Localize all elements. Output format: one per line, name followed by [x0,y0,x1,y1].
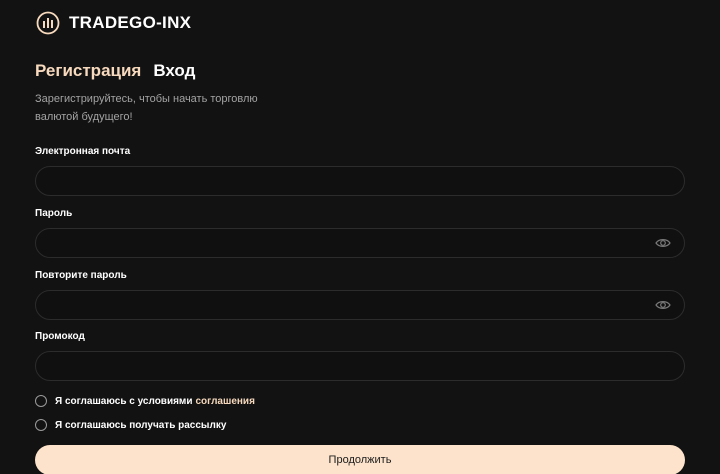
brand-name: TRADEGO-INX [69,13,192,32]
promo-label: Промокод [35,331,85,342]
newsletter-agreement: Я соглашаюсь получать рассылку [35,419,226,431]
password-repeat-field-container [35,290,685,320]
terms-text: Я соглашаюсь с условиями [55,395,193,407]
brand-logo[interactable]: TRADEGO-INX [36,11,191,35]
password-label: Пароль [35,208,73,219]
eye-icon[interactable] [655,299,671,311]
continue-button[interactable]: Продолжить [35,445,685,474]
chart-bars-icon [36,11,60,35]
terms-radio[interactable] [35,395,47,407]
registration-page: TRADEGO-INX Регистрация Вход Зарегистрир… [0,0,720,474]
terms-agreement: Я соглашаюсь с условиями соглашения [35,395,255,407]
newsletter-radio[interactable] [35,419,47,431]
password-repeat-label: Повторите пароль [35,270,127,281]
promo-field[interactable] [50,359,670,373]
promo-field-container [35,351,685,381]
tab-registration[interactable]: Регистрация [35,61,141,81]
password-field-container [35,228,685,258]
email-label: Электронная почта [35,146,131,157]
password-field[interactable] [50,236,655,250]
email-field-container [35,166,685,196]
password-repeat-field[interactable] [50,298,655,312]
terms-link[interactable]: соглашения [195,396,254,407]
eye-icon[interactable] [655,237,671,249]
tab-login[interactable]: Вход [153,61,195,81]
page-subtitle: Зарегистрируйтесь, чтобы начать торговлю… [35,93,258,123]
newsletter-text: Я соглашаюсь получать рассылку [55,419,227,431]
email-field[interactable] [50,174,670,188]
auth-tabs: Регистрация Вход [35,61,195,81]
